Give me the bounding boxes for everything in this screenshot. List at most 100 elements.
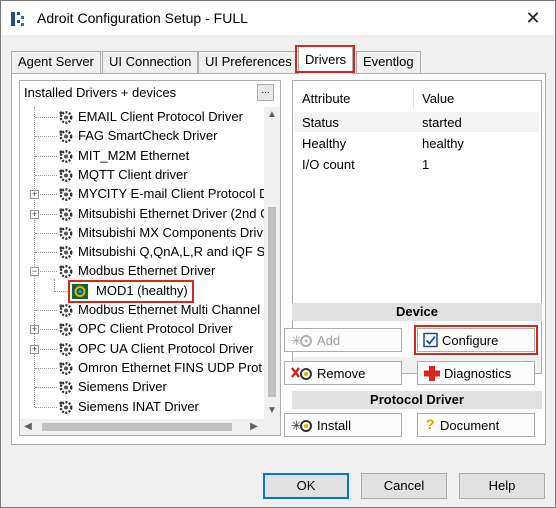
column-divider [413, 87, 414, 109]
device-icon [72, 283, 88, 299]
install-driver-label: Install [317, 418, 351, 433]
install-driver-button[interactable]: ✳ Install [284, 413, 402, 437]
window-title: Adroit Configuration Setup - FULL [37, 10, 248, 26]
scroll-down-arrow-icon[interactable]: ▼ [264, 405, 280, 416]
tree-node-label: Mitsubishi MX Components Driv [78, 224, 263, 240]
driver-gear-icon [59, 342, 73, 356]
column-header-value[interactable]: Value [422, 91, 454, 106]
tree-driver-node[interactable]: EMAIL Client Protocol Driver [20, 108, 264, 127]
column-header-attribute[interactable]: Attribute [302, 91, 350, 106]
configure-device-button[interactable]: Configure [417, 328, 535, 352]
install-gear-icon: ✳ [291, 419, 312, 434]
tree-driver-node[interactable]: MIT_M2M Ethernet [20, 147, 264, 166]
expand-icon[interactable]: + [30, 209, 39, 219]
driver-gear-icon [59, 130, 73, 144]
driver-gear-icon [59, 149, 73, 163]
tree-branch-line [35, 136, 57, 138]
tab-agent-server[interactable]: Agent Server [11, 51, 101, 73]
tree-node-label: OPC UA Client Protocol Driver [78, 340, 254, 356]
collapse-icon[interactable]: − [30, 267, 39, 277]
tree-header: Installed Drivers + devices ... [20, 81, 280, 105]
tree-driver-node[interactable]: Mitsubishi Q,QnA,L,R and iQF S [20, 243, 264, 262]
document-button[interactable]: ? Document [417, 413, 535, 437]
expand-icon[interactable]: + [30, 190, 39, 200]
tree-node-label: MIT_M2M Ethernet [78, 147, 190, 163]
diagnostics-label: Diagnostics [444, 366, 512, 381]
tree-driver-node[interactable]: Modbus Ethernet Multi Channel [20, 301, 264, 320]
tree-horizontal-scrollbar[interactable]: ◀ ▶ [20, 419, 264, 435]
tree-driver-node[interactable]: + OPC UA Client Protocol Driver [20, 340, 264, 359]
tree-branch-line [35, 387, 57, 389]
tree-node-label: MYCITY E-mail Client Protocol D [78, 186, 264, 202]
tree-driver-node[interactable]: MQTT Client driver [20, 166, 264, 185]
tree-node-label: FAG SmartCheck Driver [78, 128, 218, 144]
remove-device-button[interactable]: Remove [284, 361, 402, 385]
title-bar: Adroit Configuration Setup - FULL ✕ [1, 1, 555, 35]
tree-scroll-thumb[interactable] [268, 207, 276, 397]
tree-node-label: Mitsubishi Q,QnA,L,R and iQF S [78, 244, 264, 260]
tree-driver-node[interactable]: + MYCITY E-mail Client Protocol D [20, 185, 264, 204]
ok-button[interactable]: OK [263, 473, 349, 499]
configure-device-label: Configure [442, 333, 499, 348]
scroll-left-arrow-icon[interactable]: ◀ [22, 421, 34, 432]
medical-cross-icon [424, 366, 440, 381]
tree-branch-line [35, 155, 57, 157]
attribute-value: 1 [422, 157, 430, 172]
diagnostics-button[interactable]: Diagnostics [417, 361, 535, 385]
checkbox-icon [423, 332, 438, 348]
tree-driver-node[interactable]: Mitsubishi MX Components Driv [20, 224, 264, 243]
driver-gear-icon [59, 207, 73, 221]
tree-node-label: Modbus Ethernet Multi Channel [78, 302, 261, 317]
attribute-value: started [422, 115, 462, 130]
tree-branch-line [35, 310, 57, 311]
driver-gear-icon [59, 168, 73, 182]
drivers-tree[interactable]: Installed Drivers + devices ... EMAIL Cl… [19, 80, 281, 436]
remove-device-label: Remove [317, 366, 366, 381]
cancel-button[interactable]: Cancel [361, 473, 447, 499]
tree-vertical-scrollbar[interactable]: ▲ ▼ [264, 107, 280, 419]
tree-branch-line [35, 252, 57, 254]
tab-eventlog[interactable]: Eventlog [356, 51, 421, 73]
tree-node-label: Omron Ethernet FINS UDP Prot [78, 359, 262, 375]
tree-options-button[interactable]: ... [257, 84, 274, 101]
tab-ui-connection[interactable]: UI Connection [102, 51, 199, 73]
protocol-driver-section-header: Protocol Driver [292, 391, 542, 409]
expand-icon[interactable]: + [30, 325, 39, 335]
attribute-value: healthy [422, 136, 464, 151]
close-icon[interactable]: ✕ [511, 1, 555, 35]
tree-device-node[interactable]: MOD1 (healthy) [20, 282, 264, 301]
driver-gear-icon [59, 381, 73, 395]
tab-drivers[interactable]: Drivers [298, 46, 354, 74]
config-window: Adroit Configuration Setup - FULL ✕ Agen… [0, 0, 556, 508]
tree-driver-node[interactable]: Siemens INAT Driver [20, 398, 264, 417]
help-button[interactable]: Help [459, 473, 545, 499]
tree-branch-line [35, 406, 57, 408]
driver-gear-icon [59, 246, 73, 259]
tree-driver-node[interactable]: Omron Ethernet FINS UDP Prot [20, 359, 264, 378]
tree-driver-node[interactable]: FAG SmartCheck Driver [20, 127, 264, 146]
tree-hscroll-thumb[interactable] [42, 423, 232, 431]
tree-driver-node[interactable]: − Modbus Ethernet Driver [20, 262, 264, 281]
tree-node-label: EMAIL Client Protocol Driver [78, 109, 243, 124]
document-label: Document [440, 418, 500, 433]
driver-gear-icon [59, 361, 73, 375]
tree-branch-line [54, 290, 68, 292]
driver-gear-icon [59, 111, 73, 124]
help-question-icon: ? [426, 416, 435, 432]
scroll-corner [264, 419, 280, 435]
tree-driver-node[interactable]: Siemens Driver [20, 378, 264, 397]
add-gear-icon: ✳ [291, 334, 312, 349]
driver-gear-icon [59, 188, 73, 202]
tree-node-label: Modbus Ethernet Driver [78, 263, 216, 279]
expand-icon[interactable]: + [30, 344, 39, 354]
scroll-up-arrow-icon[interactable]: ▲ [264, 109, 280, 120]
tree-driver-node[interactable]: + Mitsubishi Ethernet Driver (2nd G [20, 205, 264, 224]
tree-node-label: Mitsubishi Ethernet Driver (2nd G [78, 205, 264, 221]
tab-ui-preferences[interactable]: UI Preferences [198, 51, 299, 73]
tree-branch-line [35, 232, 57, 234]
tree-driver-node[interactable]: + OPC Client Protocol Driver [20, 320, 264, 339]
driver-gear-icon [59, 400, 73, 414]
tree-node-label: Siemens INAT Driver [78, 398, 199, 414]
scroll-right-arrow-icon[interactable]: ▶ [248, 421, 260, 432]
tree-node-label: MOD1 (healthy) [96, 282, 188, 298]
